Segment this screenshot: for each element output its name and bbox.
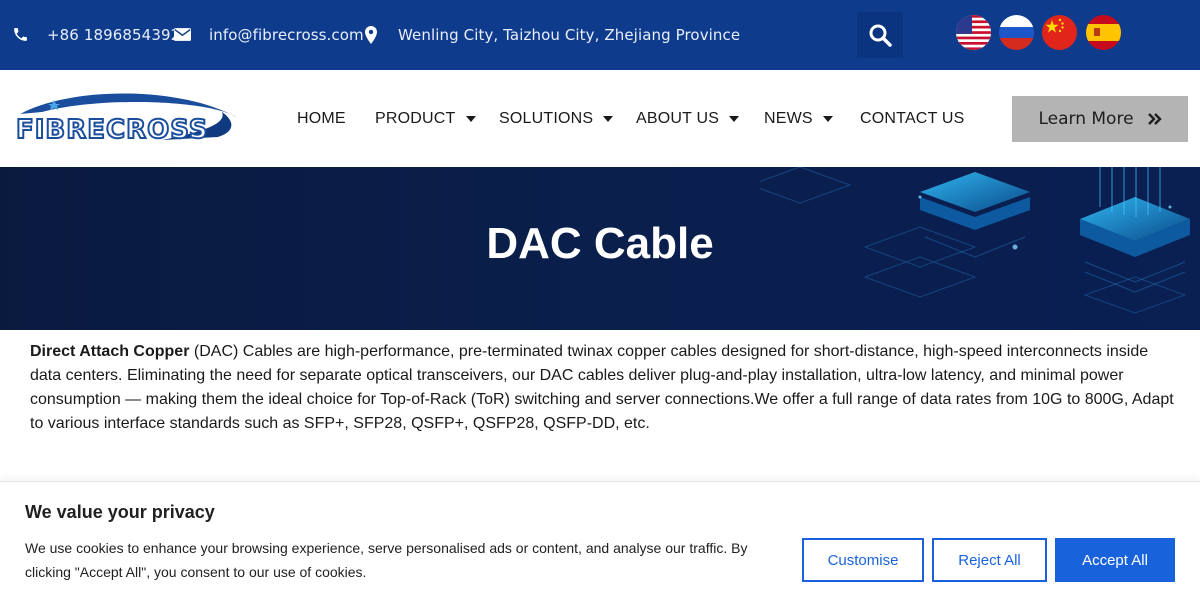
nav-news[interactable]: NEWS: [764, 70, 833, 167]
fibrecross-logo[interactable]: FIBRECROSS: [12, 92, 242, 146]
nav-about-us-label: ABOUT US: [636, 109, 720, 127]
phone-icon: [14, 28, 27, 41]
caret-down-icon: [729, 115, 740, 122]
search-button[interactable]: [857, 12, 903, 58]
nav-news-label: NEWS: [764, 109, 813, 127]
caret-down-icon: [603, 115, 614, 122]
main-navigation: FIBRECROSS HOME PRODUCT SOLUTIONS ABOUT …: [0, 70, 1200, 167]
reject-all-button[interactable]: Reject All: [932, 538, 1047, 582]
intro-paragraph: Direct Attach Copper (DAC) Cables are hi…: [30, 340, 1175, 436]
caret-down-icon: [822, 115, 833, 122]
intro-lead: Direct Attach Copper: [30, 343, 190, 360]
learn-more-button[interactable]: Learn More: [1012, 96, 1188, 142]
page-title: DAC Cable: [486, 219, 714, 268]
nav-home-label: HOME: [297, 109, 346, 127]
accept-all-button[interactable]: Accept All: [1055, 538, 1175, 582]
double-chevron-right-icon: [1147, 113, 1162, 125]
intro-body: (DAC) Cables are high-performance, pre-t…: [30, 343, 1174, 432]
nav-product[interactable]: PRODUCT: [375, 70, 476, 167]
nav-contact-us-label: CONTACT US: [860, 109, 965, 127]
search-icon: [869, 24, 892, 47]
cookie-title: We value your privacy: [25, 502, 215, 522]
email-link[interactable]: info@fibrecross.com: [209, 0, 364, 70]
nav-about-us[interactable]: ABOUT US: [636, 70, 740, 167]
nav-contact-us[interactable]: CONTACT US: [860, 70, 965, 167]
learn-more-label: Learn More: [1038, 109, 1134, 129]
nav-solutions-label: SOLUTIONS: [499, 109, 594, 127]
nav-home[interactable]: HOME: [297, 70, 346, 167]
envelope-icon: [174, 28, 191, 41]
cookie-text: We use cookies to enhance your browsing …: [25, 540, 748, 580]
svg-text:FIBRECROSS: FIBRECROSS: [16, 115, 209, 144]
address-text: Wenling City, Taizhou City, Zhejiang Pro…: [398, 26, 741, 44]
caret-down-icon: [465, 115, 476, 122]
flag-us-icon[interactable]: [956, 15, 991, 50]
customise-button[interactable]: Customise: [802, 538, 924, 582]
nav-solutions[interactable]: SOLUTIONS: [499, 70, 614, 167]
page-hero-banner: DAC Cable: [0, 167, 1200, 330]
flag-cn-icon[interactable]: [1042, 15, 1077, 50]
nav-product-label: PRODUCT: [375, 109, 456, 127]
cookie-consent-banner: We value your privacy We use cookies to …: [0, 481, 1200, 600]
top-contact-bar: +86 18968543929 info@fibrecross.com Wenl…: [0, 0, 1200, 70]
flag-es-icon[interactable]: [1086, 15, 1121, 50]
phone-link[interactable]: +86 18968543929: [47, 0, 190, 70]
flag-ru-icon[interactable]: [999, 15, 1034, 50]
map-pin-icon: [365, 26, 377, 44]
